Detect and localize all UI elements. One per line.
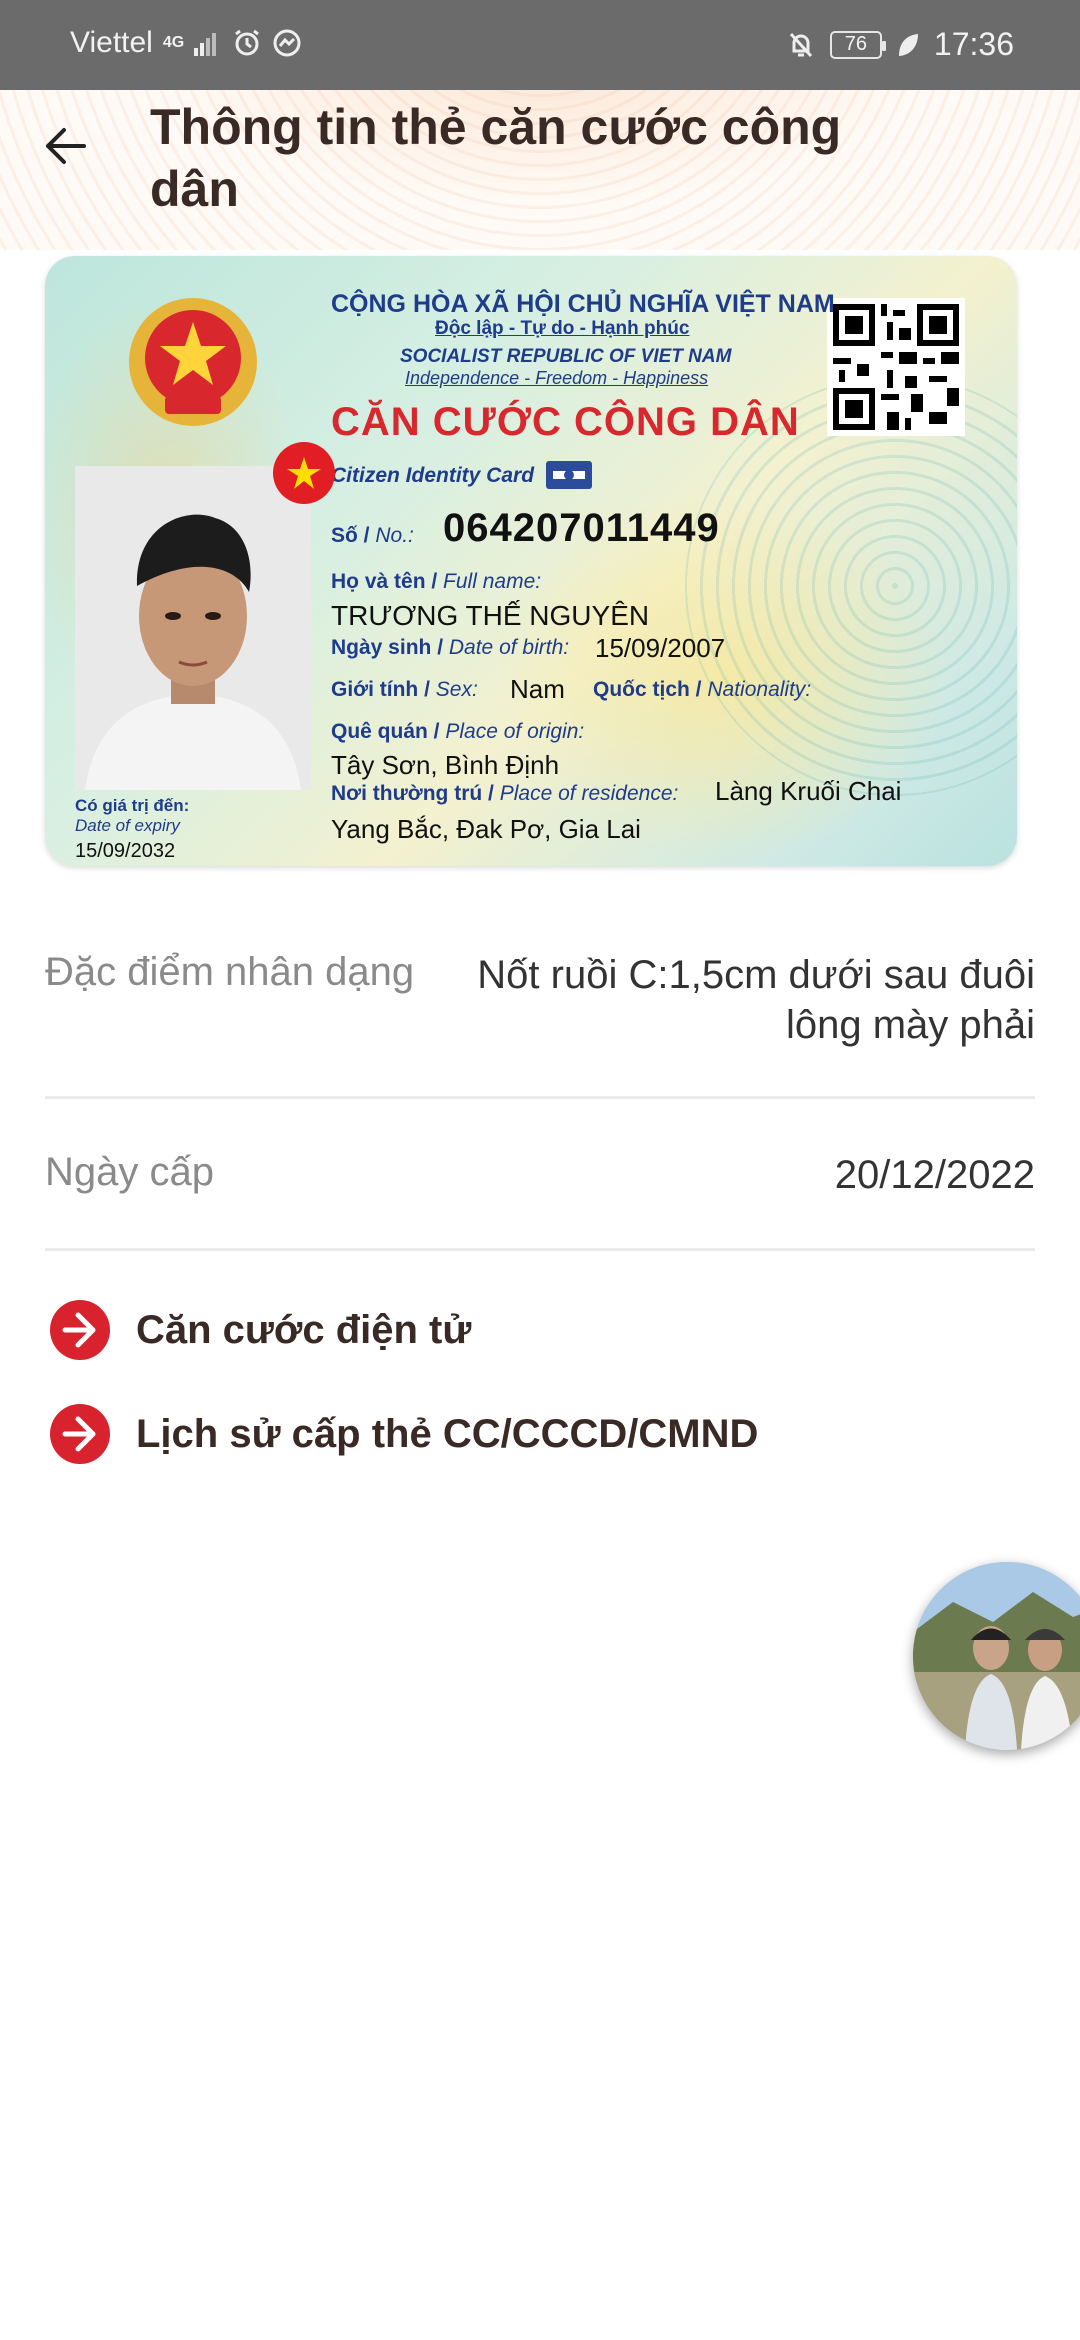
identifying-features-value: Nốt ruồi C:1,5cm dưới sau đuôi lông mày …	[477, 953, 1035, 1047]
status-right: 76 17:36	[786, 26, 1014, 63]
issue-date-row: Ngày cấp 20/12/2022	[45, 1120, 1035, 1251]
vietnam-flag-icon	[273, 442, 335, 504]
signal-icon	[194, 30, 222, 56]
card-republic-name: CỘNG HÒA XÃ HỘI CHỦ NGHĨA VIỆT NAM	[331, 290, 835, 318]
dob-label: Ngày sinh / Date of birth:	[331, 636, 570, 659]
portrait-photo	[75, 466, 311, 790]
issue-date-label: Ngày cấp	[45, 1150, 214, 1194]
sex-value: Nam	[510, 674, 565, 704]
status-bar: Viettel 4G 76 17:36	[0, 0, 1080, 90]
expiry-label-en: Date of expiry	[75, 816, 180, 835]
national-emblem-icon	[123, 292, 263, 432]
name-label: Họ và tên / Full name:	[331, 570, 542, 593]
card-motto-en: Independence - Freedom - Happiness	[405, 368, 709, 388]
battery-icon: 76	[829, 30, 886, 59]
origin-label: Quê quán / Place of origin:	[331, 720, 585, 743]
floating-chat-head-avatar[interactable]	[913, 1562, 1080, 1750]
id-card-image[interactable]: CỘNG HÒA XÃ HỘI CHỦ NGHĨA VIỆT NAM Độc l…	[45, 256, 1017, 866]
full-name: TRƯƠNG THẾ NGUYÊN	[331, 600, 650, 631]
number-label: Số / No.:	[331, 524, 414, 547]
status-left: Viettel 4G	[70, 26, 302, 60]
place-of-origin: Tây Sơn, Bình Định	[331, 750, 560, 780]
mute-notification-icon	[786, 30, 816, 60]
alarm-icon	[232, 28, 262, 58]
back-button[interactable]	[36, 118, 92, 174]
issue-date-value: 20/12/2022	[834, 1153, 1035, 1197]
residence-line-2: Yang Bắc, Đak Pơ, Gia Lai	[331, 814, 641, 844]
electronic-id-link[interactable]: Căn cước điện tử	[48, 1298, 471, 1362]
identifying-features-label: Đặc điểm nhân dạng	[45, 950, 415, 994]
clock: 17:36	[933, 26, 1014, 62]
nationality-label: Quốc tịch / Nationality:	[593, 678, 812, 701]
leaf-icon	[896, 31, 920, 59]
electronic-id-link-label: Căn cước điện tử	[136, 1307, 472, 1352]
expiry-label: Có giá trị đến:	[75, 796, 190, 815]
id-number: 064207011449	[443, 506, 720, 550]
expiry-date: 15/09/2032	[75, 840, 176, 862]
arrow-right-circle-icon	[48, 1402, 112, 1466]
residence-line-1: Làng Kruối Chai	[715, 776, 902, 806]
carrier-name: Viettel	[70, 26, 153, 59]
messenger-icon	[272, 28, 302, 58]
qr-code-icon	[827, 298, 965, 436]
identifying-features-row: Đặc điểm nhân dạng Nốt ruồi C:1,5cm dưới…	[45, 920, 1035, 1099]
residence-label: Nơi thường trú / Place of residence:	[331, 782, 679, 805]
network-type: 4G	[162, 34, 185, 51]
card-title-en: Citizen Identity Card	[331, 464, 535, 487]
app-header: Thông tin thẻ căn cước công dân	[0, 90, 1080, 250]
arrow-right-circle-icon	[48, 1298, 112, 1362]
card-issuance-history-link[interactable]: Lịch sử cấp thẻ CC/CCCD/CMND	[48, 1402, 758, 1466]
card-issuance-history-link-label: Lịch sử cấp thẻ CC/CCCD/CMND	[136, 1411, 759, 1456]
chip-icon	[545, 460, 593, 490]
card-republic-name-en: SOCIALIST REPUBLIC OF VIET NAM	[400, 346, 732, 367]
card-title: CĂN CƯỚC CÔNG DÂN	[331, 400, 800, 444]
sex-label: Giới tính / Sex:	[331, 678, 478, 701]
date-of-birth: 15/09/2007	[595, 633, 726, 663]
page-title: Thông tin thẻ căn cước công dân	[150, 99, 842, 217]
card-motto: Độc lập - Tự do - Hạnh phúc	[435, 318, 690, 339]
arrow-left-icon	[46, 128, 86, 164]
